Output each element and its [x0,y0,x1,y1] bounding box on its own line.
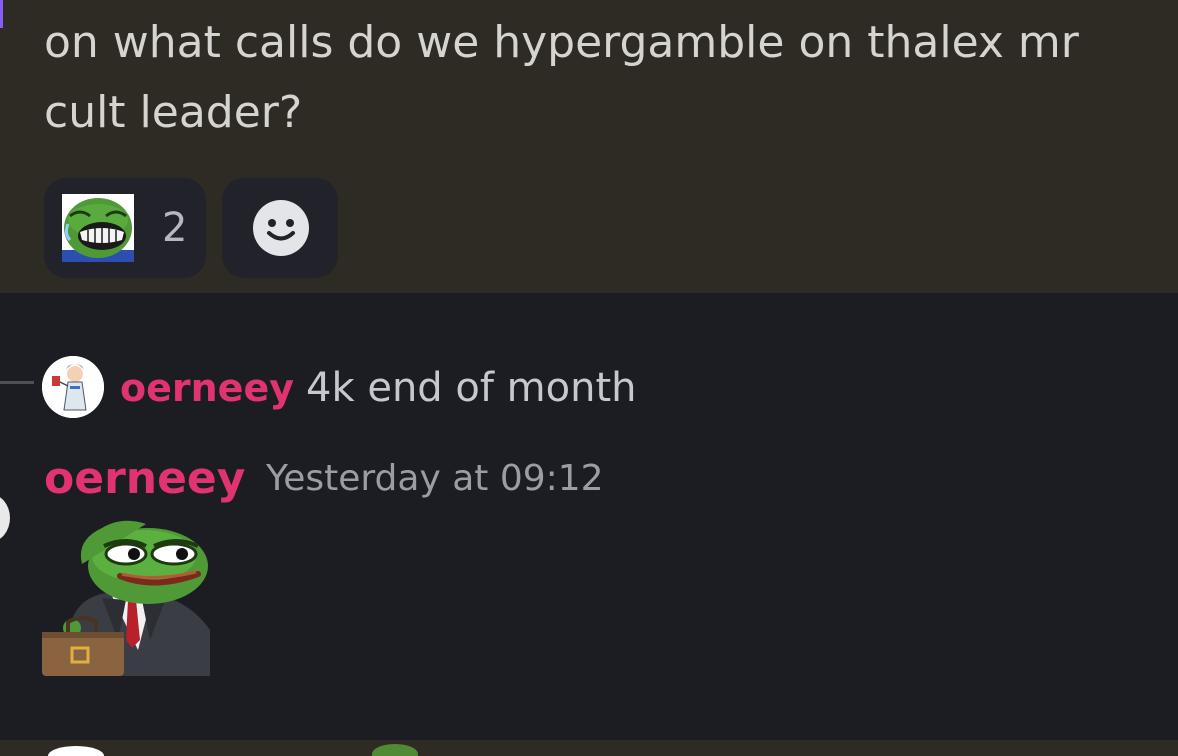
message-timestamp: Yesterday at 09:12 [266,458,604,499]
smiley-face-icon [253,200,309,256]
message-author-name[interactable]: oerneey [44,449,245,509]
reply-author-name[interactable]: oerneey [120,362,294,414]
discord-chat-view: on what calls do we hypergamble on thale… [0,0,1178,756]
next-message-preview [0,740,1178,756]
add-reaction-button[interactable] [222,178,338,278]
reaction-laughing-pepe[interactable]: 2 [44,178,206,278]
reply-preview-text[interactable]: 4k end of month [306,362,637,414]
business-pepe-sticker[interactable] [42,510,210,676]
anime-character-avatar-icon [42,356,104,418]
message-content: on what calls do we hypergamble on thale… [44,17,1079,138]
reply-connector-line [0,381,34,384]
mention-highlight-bar [0,0,3,28]
laughing-pepe-emoji [62,194,134,262]
reply-avatar[interactable] [42,356,104,418]
reaction-count: 2 [162,205,188,251]
author-avatar[interactable] [0,494,10,542]
highlighted-message: on what calls do we hypergamble on thale… [0,0,1178,293]
